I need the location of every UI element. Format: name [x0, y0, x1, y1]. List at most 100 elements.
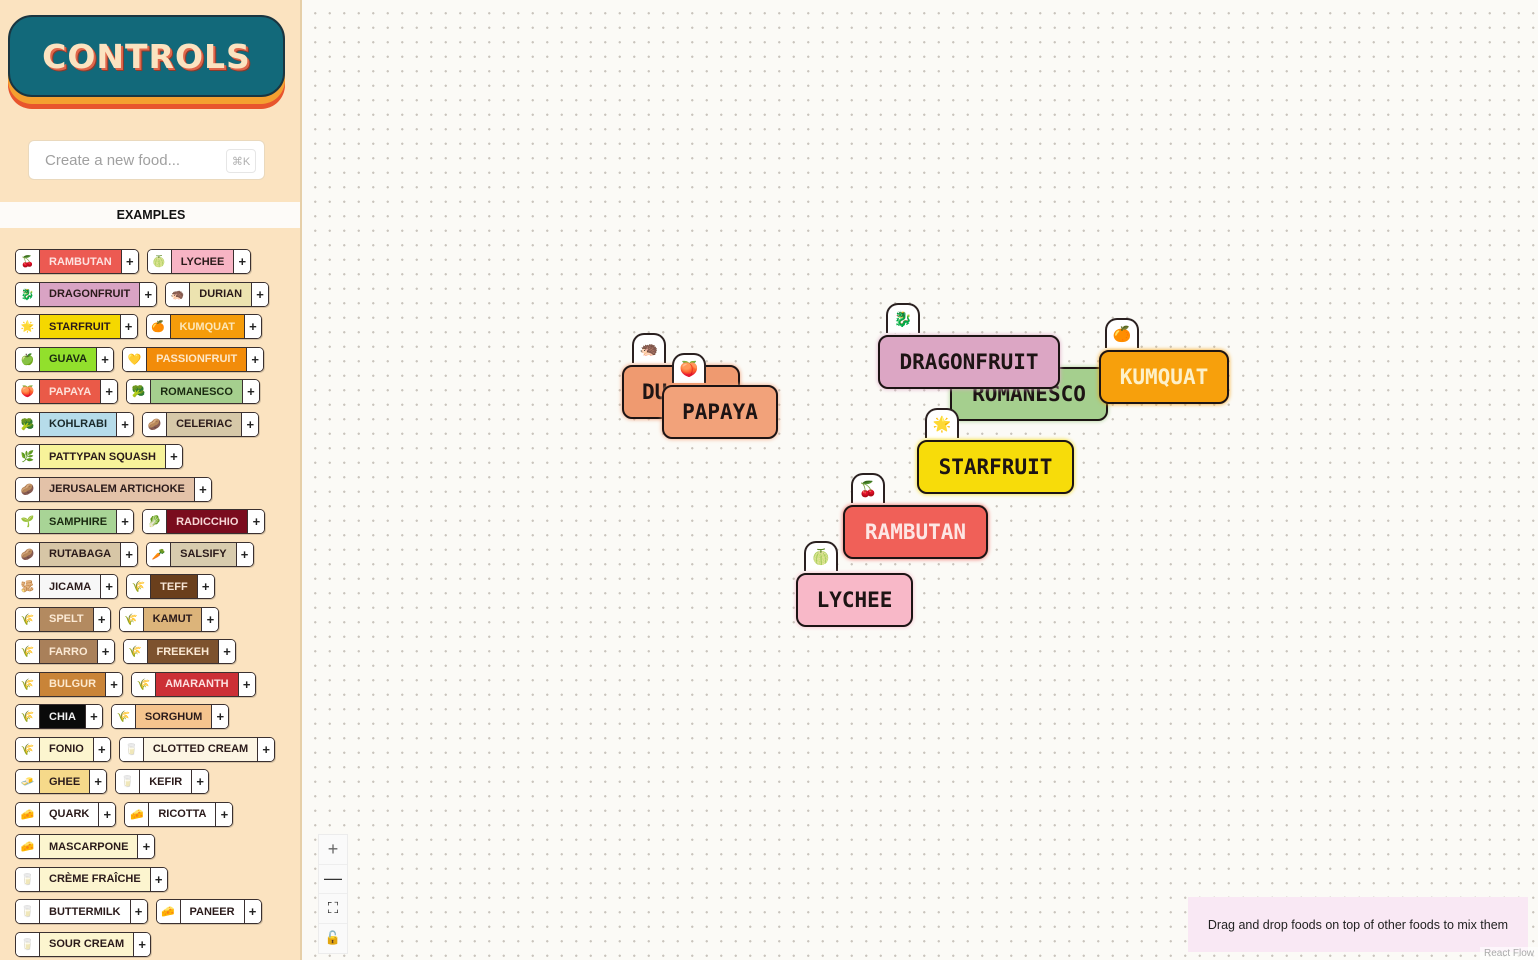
add-food-button[interactable]: + — [106, 672, 123, 696]
food-chip-papaya[interactable]: 🍑 PAPAYA + — [15, 379, 119, 404]
food-chip-cr-me-fra-che[interactable]: 🥛 CRÈME FRAÎCHE + — [15, 866, 168, 892]
add-food-button[interactable]: + — [120, 315, 137, 338]
add-food-button[interactable]: + — [99, 802, 116, 826]
food-chip-label: SPELT — [39, 607, 94, 631]
food-chip-rutabaga[interactable]: 🥔 RUTABAGA + — [15, 541, 139, 567]
food-node-label: DRAGONFRUIT — [878, 335, 1060, 389]
food-chip-celeriac[interactable]: 🥔 CELERIAC + — [142, 411, 260, 437]
food-chip-quark[interactable]: 🧀 QUARK + — [15, 801, 117, 827]
food-chip-ghee[interactable]: 🧈 GHEE + — [15, 769, 108, 794]
food-chip-pattypan-squash[interactable]: 🌿 PATTYPAN SQUASH + — [15, 444, 183, 469]
examples-row: 🥛 SOUR CREAM + — [15, 931, 297, 957]
food-chip-sour-cream[interactable]: 🥛 SOUR CREAM + — [15, 931, 152, 957]
add-food-button[interactable]: + — [242, 380, 259, 403]
react-flow-attribution[interactable]: React Flow — [1479, 947, 1538, 960]
food-chip-chia[interactable]: 🌾 CHIA + — [15, 704, 103, 729]
food-chip-kumquat[interactable]: 🍊 KUMQUAT + — [145, 314, 262, 339]
food-chip-farro[interactable]: 🌾 FARRO + — [15, 639, 115, 664]
food-chip-spelt[interactable]: 🌾 SPELT + — [15, 606, 111, 632]
add-food-button[interactable]: + — [197, 575, 214, 598]
food-chip-rambutan[interactable]: 🍒 RAMBUTAN + — [15, 249, 139, 274]
add-food-button[interactable]: + — [97, 640, 114, 663]
flow-canvas[interactable]: 🦔 DU 🍑 PAPAYA ROMANESCO 🐉 DRAGONFRUIT 🍊 KUMQUAT 🌟… — [302, 0, 1538, 960]
food-chip-kamut[interactable]: 🌾 KAMUT + — [118, 606, 220, 632]
add-food-button[interactable]: + — [93, 737, 110, 761]
zoom-out-button[interactable]: — — [319, 865, 347, 894]
food-chip-mascarpone[interactable]: 🧀 MASCARPONE + — [15, 834, 156, 859]
add-food-button[interactable]: + — [150, 867, 167, 891]
food-chip-paneer[interactable]: 🧀 PANEER + — [155, 899, 262, 924]
food-chip-buttermilk[interactable]: 🥛 BUTTERMILK + — [15, 899, 148, 924]
add-food-button[interactable]: + — [85, 705, 102, 728]
create-food-search[interactable]: ⌘K — [28, 140, 265, 180]
food-chip-samphire[interactable]: 🌱 SAMPHIRE + — [15, 509, 135, 534]
add-food-button[interactable]: + — [247, 347, 264, 371]
add-food-button[interactable]: + — [117, 510, 134, 533]
glass-icon: 🥛 — [116, 770, 140, 793]
examples-row: 🫚 JICAMA + 🌾 TEFF + — [15, 574, 297, 599]
food-chip-teff[interactable]: 🌾 TEFF + — [126, 574, 215, 599]
food-chip-label: PATTYPAN SQUASH — [39, 445, 166, 468]
add-food-button[interactable]: + — [101, 380, 118, 403]
food-chip-bulgur[interactable]: 🌾 BULGUR + — [15, 671, 124, 697]
add-food-button[interactable]: + — [90, 770, 107, 793]
add-food-button[interactable]: + — [202, 607, 219, 631]
add-food-button[interactable]: + — [97, 347, 114, 371]
zoom-in-button[interactable]: + — [319, 835, 347, 865]
food-chip-amaranth[interactable]: 🌾 AMARANTH + — [131, 671, 256, 697]
add-food-button[interactable]: + — [93, 607, 110, 631]
add-food-button[interactable]: + — [242, 412, 259, 436]
food-chip-guava[interactable]: 🍏 GUAVA + — [15, 346, 115, 372]
add-food-button[interactable]: + — [140, 282, 157, 306]
food-chip-sorghum[interactable]: 🌾 SORGHUM + — [110, 704, 230, 729]
food-chip-romanesco[interactable]: 🥦 ROMANESCO + — [126, 379, 260, 404]
food-chip-lychee[interactable]: 🍈 LYCHEE + — [146, 249, 252, 274]
food-chip-label: KUMQUAT — [169, 315, 245, 338]
food-chip-jicama[interactable]: 🫚 JICAMA + — [15, 574, 119, 599]
add-food-button[interactable]: + — [121, 250, 138, 273]
food-chip-fonio[interactable]: 🌾 FONIO + — [15, 736, 111, 762]
add-food-button[interactable]: + — [134, 932, 151, 956]
add-food-button[interactable]: + — [219, 640, 236, 663]
food-chip-kohlrabi[interactable]: 🥦 KOHLRABI + — [15, 411, 135, 437]
food-chip-salsify[interactable]: 🥕 SALSIFY + — [146, 541, 254, 567]
add-food-button[interactable]: + — [252, 282, 269, 306]
add-food-button[interactable]: + — [165, 445, 182, 468]
food-chip-passionfruit[interactable]: 💛 PASSIONFRUIT + — [122, 346, 265, 372]
add-food-button[interactable]: + — [138, 835, 155, 858]
food-chip-kefir[interactable]: 🥛 KEFIR + — [115, 769, 210, 794]
food-chip-durian[interactable]: 🦔 DURIAN + — [165, 281, 270, 307]
examples-row: 🍑 PAPAYA + 🥦 ROMANESCO + — [15, 379, 297, 404]
fit-view-button[interactable]: ⛶ — [319, 894, 347, 924]
glass-icon: 🥛 — [16, 867, 39, 891]
add-food-button[interactable]: + — [117, 412, 134, 436]
add-food-button[interactable]: + — [216, 802, 233, 826]
food-chip-ricotta[interactable]: 🧀 RICOTTA + — [124, 801, 234, 827]
add-food-button[interactable]: + — [121, 542, 138, 566]
add-food-button[interactable]: + — [258, 737, 275, 761]
add-food-button[interactable]: + — [194, 477, 211, 501]
orange-icon: 🍊 — [1105, 318, 1139, 348]
food-chip-freekeh[interactable]: 🌾 FREEKEH + — [122, 639, 237, 664]
logo-banner: CONTROLS — [8, 15, 285, 97]
add-food-button[interactable]: + — [101, 575, 118, 598]
lock-button[interactable]: 🔓 — [319, 924, 347, 954]
add-food-button[interactable]: + — [234, 250, 251, 273]
food-chip-clotted-cream[interactable]: 🥛 CLOTTED CREAM + — [118, 736, 276, 762]
add-food-button[interactable]: + — [130, 900, 147, 923]
add-food-button[interactable]: + — [238, 672, 255, 696]
food-chip-jerusalem-artichoke[interactable]: 🥔 JERUSALEM ARTICHOKE + — [15, 476, 212, 502]
rice-icon: 🌾 — [16, 672, 39, 696]
add-food-button[interactable]: + — [192, 770, 209, 793]
food-chip-starfruit[interactable]: 🌟 STARFRUIT + — [15, 314, 138, 339]
add-food-button[interactable]: + — [244, 315, 261, 338]
add-food-button[interactable]: + — [244, 900, 261, 923]
add-food-button[interactable]: + — [236, 542, 253, 566]
food-chip-label: CELERIAC — [166, 412, 243, 436]
food-chip-radicchio[interactable]: 🥬 RADICCHIO + — [142, 509, 266, 534]
food-chip-dragonfruit[interactable]: 🐉 DRAGONFRUIT + — [15, 281, 158, 307]
add-food-button[interactable]: + — [212, 705, 229, 728]
add-food-button[interactable]: + — [248, 510, 265, 533]
create-food-input[interactable] — [45, 151, 215, 169]
minus-icon: — — [324, 868, 342, 889]
